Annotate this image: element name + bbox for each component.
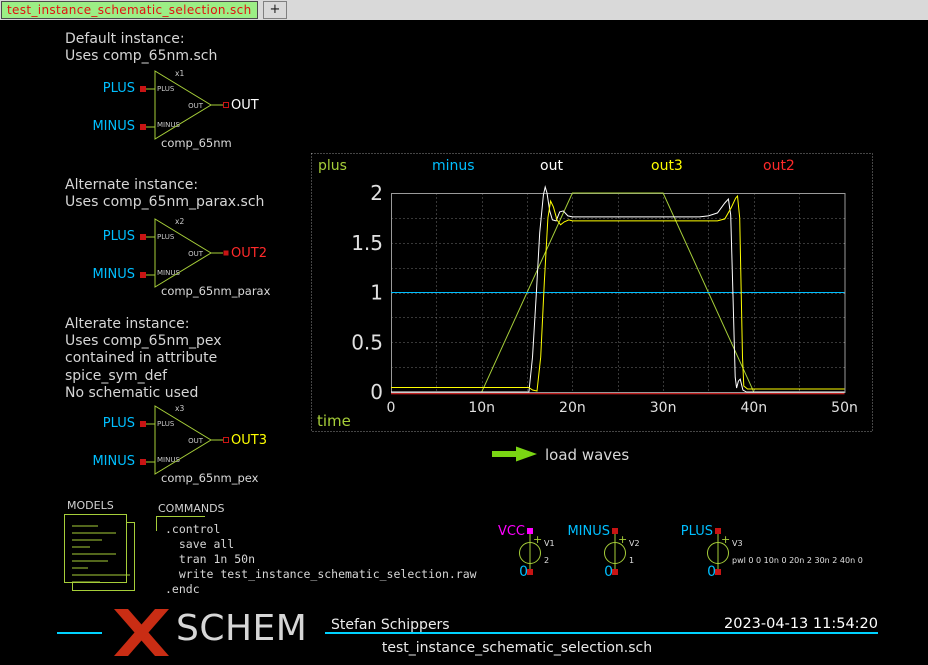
net-label-plus[interactable]: PLUS <box>85 81 135 96</box>
launcher-arrow-icon <box>492 446 540 462</box>
tab-bar: test_instance_schematic_selection.sch + <box>0 0 928 20</box>
gnd-label[interactable]: 0 <box>588 564 613 580</box>
net-label-plus[interactable]: PLUS <box>653 524 713 539</box>
pin-label-out: OUT <box>181 102 203 110</box>
waveform-plot: plus minus out out3 out2 0 0.5 1 1.5 2 0 10n 20n 30n 4… <box>311 153 873 432</box>
titleblock-line <box>325 632 878 634</box>
y-tick-label: 0.5 <box>351 330 383 354</box>
x-tick-label: 40n <box>740 400 767 416</box>
pin-label-plus: PLUS <box>157 85 174 93</box>
symbol-name: comp_65nm <box>161 136 232 150</box>
net-label-out[interactable]: OUT2 <box>231 246 267 261</box>
legend-out3: out3 <box>651 158 683 174</box>
legend-plus: plus <box>318 158 347 174</box>
y-tick-label: 1 <box>370 281 383 305</box>
titleblock-line-left <box>57 632 102 634</box>
pin-label-minus: MINUS <box>157 121 180 129</box>
xschem-window: test_instance_schematic_selection.sch + … <box>0 0 928 665</box>
x-axis-label: time <box>317 412 351 430</box>
source-value: 1 <box>629 556 634 565</box>
load-waves-label: load waves <box>545 446 629 464</box>
net-label-out[interactable]: OUT3 <box>231 433 267 448</box>
net-label-out[interactable]: OUT <box>231 98 259 113</box>
note-alternate-instance: Alternate instance: Uses comp_65nm_parax… <box>65 177 264 211</box>
pin-label-minus: MINUS <box>157 456 180 464</box>
svg-text:+: + <box>618 533 627 546</box>
instance-ref: x3 <box>175 404 184 413</box>
source-value: 2 <box>544 556 549 565</box>
net-label-minus[interactable]: MINUS <box>85 454 135 469</box>
x-tick-label: 10n <box>468 400 495 416</box>
comparator-x1[interactable]: PLUS MINUS x1 PLUS MINUS OUT OUT comp_65… <box>97 60 297 155</box>
comparator-x3[interactable]: PLUS MINUS x3 PLUS MINUS OUT OUT3 comp_6… <box>97 395 297 490</box>
pin-plus[interactable] <box>140 234 146 240</box>
legend-out: out <box>540 158 563 174</box>
svg-text:+: + <box>721 533 730 546</box>
tab-label: test_instance_schematic_selection.sch <box>7 3 252 17</box>
models-icon <box>64 514 142 596</box>
net-label-plus[interactable]: PLUS <box>85 229 135 244</box>
load-waves-launcher[interactable]: load waves <box>492 446 540 466</box>
xschem-logo-text: SCHEM <box>176 608 307 649</box>
xschem-logo-x <box>114 609 174 656</box>
x-tick-label: 50n <box>831 400 858 416</box>
source-ref: V3 <box>732 539 743 548</box>
net-label-minus[interactable]: MINUS <box>550 524 610 539</box>
net-label-minus[interactable]: MINUS <box>85 267 135 282</box>
legend-out2: out2 <box>763 158 795 174</box>
svg-text:+: + <box>533 533 542 546</box>
gnd-label[interactable]: 0 <box>503 564 528 580</box>
source-ref: V2 <box>629 539 640 548</box>
symbol-name: comp_65nm_pex <box>161 471 258 485</box>
source-ref: V1 <box>544 539 555 548</box>
commands-label: COMMANDS <box>158 502 225 515</box>
footer-filename: test_instance_schematic_selection.sch <box>307 640 727 656</box>
vsource-v3[interactable]: + PLUS V3 pwl 0 0 10n 0 20n 2 30n 2 40n … <box>688 524 888 584</box>
footer-datetime: 2023-04-13 11:54:20 <box>700 616 878 632</box>
pin-label-out: OUT <box>181 250 203 258</box>
x-tick-label: 20n <box>559 400 586 416</box>
net-label-minus[interactable]: MINUS <box>85 119 135 134</box>
x-tick-label: 30n <box>650 400 677 416</box>
instance-ref: x1 <box>175 69 184 78</box>
new-tab-button[interactable]: + <box>263 1 287 19</box>
gnd-label[interactable]: 0 <box>691 564 716 580</box>
note-alterate-instance: Alterate instance: Uses comp_65nm_pex co… <box>65 316 222 402</box>
pin-label-plus: PLUS <box>157 233 174 241</box>
models-label: MODELS <box>67 499 114 512</box>
comparator-x2[interactable]: PLUS MINUS x2 PLUS MINUS OUT OUT2 comp_6… <box>97 208 297 303</box>
pin-minus[interactable] <box>140 272 146 278</box>
legend-minus: minus <box>432 158 475 174</box>
x-tick-label: 0 <box>387 400 396 416</box>
pin-out[interactable] <box>224 251 229 256</box>
pin-label-out: OUT <box>181 437 203 445</box>
wave-out <box>391 187 845 392</box>
footer-author: Stefan Schippers <box>331 617 450 633</box>
pin-plus[interactable] <box>140 421 146 427</box>
net-label-vcc[interactable]: VCC <box>465 524 525 539</box>
pin-plus[interactable] <box>140 86 146 92</box>
pin-minus[interactable] <box>140 459 146 465</box>
net-label-plus[interactable]: PLUS <box>85 416 135 431</box>
y-tick-label: 1.5 <box>351 231 383 255</box>
waveform-graph[interactable]: plus minus out out3 out2 0 0.5 1 1.5 2 0 10n 20n 30n 4… <box>311 153 873 432</box>
y-tick-label: 2 <box>370 181 383 205</box>
pin-out[interactable] <box>224 103 229 108</box>
instance-ref: x2 <box>175 217 184 226</box>
tab-current[interactable]: test_instance_schematic_selection.sch <box>1 1 258 19</box>
pin-minus[interactable] <box>140 124 146 130</box>
symbol-name: comp_65nm_parax <box>161 284 270 298</box>
pin-label-minus: MINUS <box>157 269 180 277</box>
pin-out[interactable] <box>224 438 229 443</box>
pin-label-plus: PLUS <box>157 420 174 428</box>
source-value: pwl 0 0 10n 0 20n 2 30n 2 40n 0 <box>732 556 863 565</box>
commands-text: .control save all tran 1n 50n write test… <box>165 522 477 597</box>
new-tab-label: + <box>270 2 281 17</box>
y-tick-label: 0 <box>370 380 383 404</box>
